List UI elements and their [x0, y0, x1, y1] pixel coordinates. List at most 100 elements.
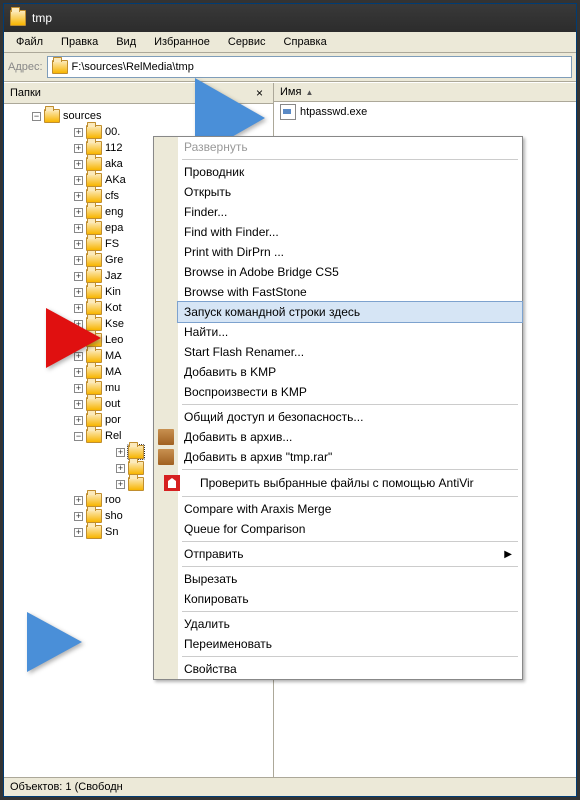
expander-icon[interactable]: +: [74, 192, 83, 201]
tree-label: sho: [105, 510, 123, 522]
expander-icon[interactable]: +: [74, 416, 83, 425]
tree-label: Gre: [105, 254, 123, 266]
menu-favorites[interactable]: Избранное: [146, 34, 218, 50]
tree-label: MA: [105, 366, 122, 378]
tree-label: Sn: [105, 526, 118, 538]
expander-icon[interactable]: +: [74, 128, 83, 137]
exe-icon: [280, 104, 296, 120]
tree-label: 00.: [105, 126, 120, 138]
folder-icon: [128, 477, 144, 491]
tree-label: Kin: [105, 286, 121, 298]
menu-item[interactable]: Проводник: [178, 162, 522, 182]
menu-item[interactable]: Browse with FastStone: [178, 282, 522, 302]
address-label: Адрес:: [8, 61, 43, 73]
expander-icon[interactable]: +: [74, 160, 83, 169]
menu-item-label: Свойства: [184, 662, 237, 676]
menu-item[interactable]: Finder...: [178, 202, 522, 222]
expander-icon[interactable]: +: [116, 480, 125, 489]
menu-item[interactable]: Добавить в архив...: [178, 427, 522, 447]
folder-icon: [128, 445, 144, 459]
menu-item[interactable]: Browse in Adobe Bridge CS5: [178, 262, 522, 282]
folder-icon: [86, 189, 102, 203]
menu-item-label: Запуск командной строки здесь: [184, 305, 360, 319]
menu-item-label: Browse with FastStone: [184, 285, 307, 299]
expander-icon[interactable]: +: [74, 288, 83, 297]
menu-item[interactable]: Проверить выбранные файлы с помощью Anti…: [178, 472, 522, 494]
menu-item[interactable]: Start Flash Renamer...: [178, 342, 522, 362]
tree-label: cfs: [105, 190, 119, 202]
tree-label: AKa: [105, 174, 126, 186]
tree-label: mu: [105, 382, 120, 394]
expander-icon[interactable]: +: [74, 176, 83, 185]
expander-icon[interactable]: +: [74, 528, 83, 537]
menu-item-label: Добавить в KMP: [184, 365, 276, 379]
menu-item[interactable]: Print with DirPrn ...: [178, 242, 522, 262]
annotation-arrow-blue-bottom: [27, 612, 82, 672]
expander-icon[interactable]: +: [74, 512, 83, 521]
address-input[interactable]: F:\sources\RelMedia\tmp: [47, 56, 572, 78]
expander-icon[interactable]: +: [74, 224, 83, 233]
menu-item[interactable]: Копировать: [178, 589, 522, 609]
menu-item[interactable]: Свойства: [178, 659, 522, 679]
expander-icon[interactable]: +: [74, 240, 83, 249]
menu-item[interactable]: Compare with Araxis Merge: [178, 499, 522, 519]
expander-icon[interactable]: +: [74, 496, 83, 505]
expander-icon[interactable]: +: [74, 400, 83, 409]
expander-icon[interactable]: +: [74, 144, 83, 153]
menu-item-label: Print with DirPrn ...: [184, 245, 284, 259]
menu-item[interactable]: Отправить▶: [178, 544, 522, 564]
menu-item[interactable]: Запуск командной строки здесь: [178, 302, 522, 322]
menu-item[interactable]: Find with Finder...: [178, 222, 522, 242]
expander-icon[interactable]: +: [74, 208, 83, 217]
expander-icon[interactable]: +: [74, 256, 83, 265]
expander-icon[interactable]: −: [32, 112, 41, 121]
file-row[interactable]: htpasswd.exe: [274, 102, 576, 122]
folder-icon: [86, 381, 102, 395]
menu-item[interactable]: Общий доступ и безопасность...: [178, 407, 522, 427]
menu-item[interactable]: Добавить в архив "tmp.rar": [178, 447, 522, 467]
menu-help[interactable]: Справка: [276, 34, 335, 50]
menu-item[interactable]: Воспроизвести в KMP: [178, 382, 522, 402]
menu-item-label: Browse in Adobe Bridge CS5: [184, 265, 339, 279]
menu-item[interactable]: Вырезать: [178, 569, 522, 589]
expander-icon[interactable]: +: [74, 368, 83, 377]
menu-item[interactable]: Переименовать: [178, 634, 522, 654]
menu-item[interactable]: Открыть: [178, 182, 522, 202]
titlebar[interactable]: tmp: [4, 4, 576, 32]
tree-label: sources: [63, 110, 102, 122]
menu-item: Развернуть: [178, 137, 522, 157]
menu-item[interactable]: Удалить: [178, 614, 522, 634]
menu-view[interactable]: Вид: [108, 34, 144, 50]
menu-item-label: Открыть: [184, 185, 231, 199]
menu-separator: [182, 496, 518, 497]
file-name: htpasswd.exe: [300, 106, 367, 118]
folder-icon: [86, 269, 102, 283]
menu-edit[interactable]: Правка: [53, 34, 106, 50]
menu-item[interactable]: Queue for Comparison: [178, 519, 522, 539]
column-name[interactable]: Имя: [280, 86, 301, 98]
menu-item[interactable]: Найти...: [178, 322, 522, 342]
folder-icon: [52, 60, 68, 74]
expander-icon[interactable]: +: [116, 448, 125, 457]
menu-item-label: Start Flash Renamer...: [184, 345, 304, 359]
expander-icon[interactable]: +: [116, 464, 125, 473]
menu-file[interactable]: Файл: [8, 34, 51, 50]
column-header-row[interactable]: Имя ▲: [274, 83, 576, 102]
menu-item-label: Проверить выбранные файлы с помощью Anti…: [200, 476, 474, 490]
archive-icon: [158, 449, 174, 465]
expander-icon[interactable]: −: [74, 432, 83, 441]
expander-icon[interactable]: +: [74, 272, 83, 281]
menu-separator: [182, 566, 518, 567]
folder-icon: [86, 493, 102, 507]
folder-icon: [86, 429, 102, 443]
address-path: F:\sources\RelMedia\tmp: [72, 61, 194, 73]
folder-icon: [86, 509, 102, 523]
expander-icon[interactable]: +: [74, 384, 83, 393]
context-menu[interactable]: Развернуть Проводник Открыть Finder... Find …: [153, 136, 523, 680]
menu-item[interactable]: Добавить в KMP: [178, 362, 522, 382]
folder-icon: [86, 397, 102, 411]
menu-item-label: Finder...: [184, 205, 227, 219]
tree-label: aka: [105, 158, 123, 170]
menu-tools[interactable]: Сервис: [220, 34, 274, 50]
tree-label: epa: [105, 222, 123, 234]
